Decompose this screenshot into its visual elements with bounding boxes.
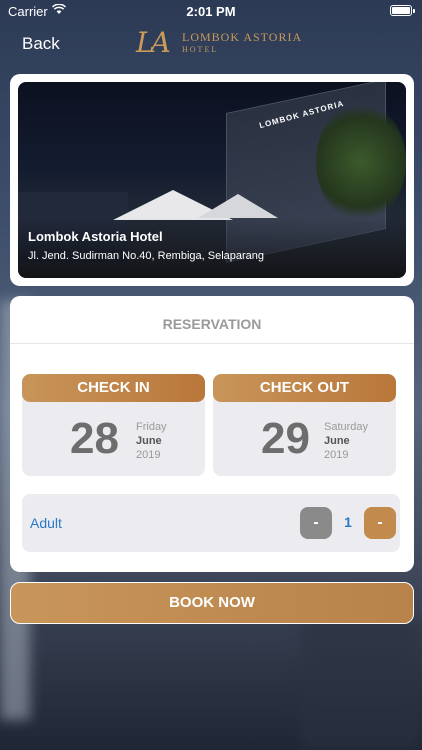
decrement-button[interactable]: -: [300, 507, 332, 539]
check-out-month: June: [324, 435, 350, 447]
check-in-weekday: Friday: [136, 421, 167, 433]
hotel-address: Jl. Jend. Sudirman No.40, Rembiga, Selap…: [28, 250, 265, 262]
check-out-meta: Saturday June 2019: [324, 420, 368, 462]
check-in-label: CHECK IN: [22, 374, 205, 402]
check-in-picker[interactable]: CHECK IN 28 Friday June 2019: [22, 374, 205, 476]
check-in-month: June: [136, 435, 162, 447]
check-in-year: 2019: [136, 449, 161, 461]
clock: 2:01 PM: [186, 4, 236, 19]
check-out-day: 29: [261, 414, 310, 463]
increment-button[interactable]: -: [364, 507, 396, 539]
check-out-picker[interactable]: CHECK OUT 29 Saturday June 2019: [213, 374, 396, 476]
navigation-bar: Back LA LOMBOK ASTORIA HOTEL: [0, 22, 422, 66]
hotel-name: Lombok Astoria Hotel: [28, 229, 163, 244]
logo-sub: HOTEL: [182, 45, 219, 54]
reservation-card: RESERVATION CHECK IN 28 Friday June 2019…: [10, 296, 414, 572]
check-out-weekday: Saturday: [324, 421, 369, 433]
divider: [10, 343, 414, 344]
guest-count-row: Adult - 1 -: [22, 494, 400, 552]
background-building: [300, 620, 420, 750]
adult-label: Adult: [30, 515, 62, 531]
check-out-year: 2019: [324, 449, 349, 461]
hotel-logo: LA LOMBOK ASTORIA HOTEL: [136, 26, 302, 59]
hotel-card: LOMBOK ASTORIA Lombok Astoria Hotel Jl. …: [10, 74, 414, 286]
check-in-day: 28: [70, 414, 119, 463]
photo-shade: [18, 218, 406, 278]
status-bar: Carrier 2:01 PM: [0, 0, 422, 22]
reservation-title: RESERVATION: [162, 316, 262, 332]
battery-icon: [390, 5, 415, 16]
logo-name: LOMBOK ASTORIA: [182, 30, 303, 44]
check-out-label: CHECK OUT: [213, 374, 396, 402]
tree-shape: [316, 102, 406, 222]
adult-count: 1: [344, 514, 352, 530]
logo-monogram: LA: [136, 26, 171, 59]
book-now-button[interactable]: BOOK NOW: [10, 582, 414, 624]
hotel-photo: LOMBOK ASTORIA Lombok Astoria Hotel Jl. …: [18, 82, 406, 278]
check-in-meta: Friday June 2019: [136, 420, 167, 462]
back-button[interactable]: Back: [22, 34, 60, 54]
